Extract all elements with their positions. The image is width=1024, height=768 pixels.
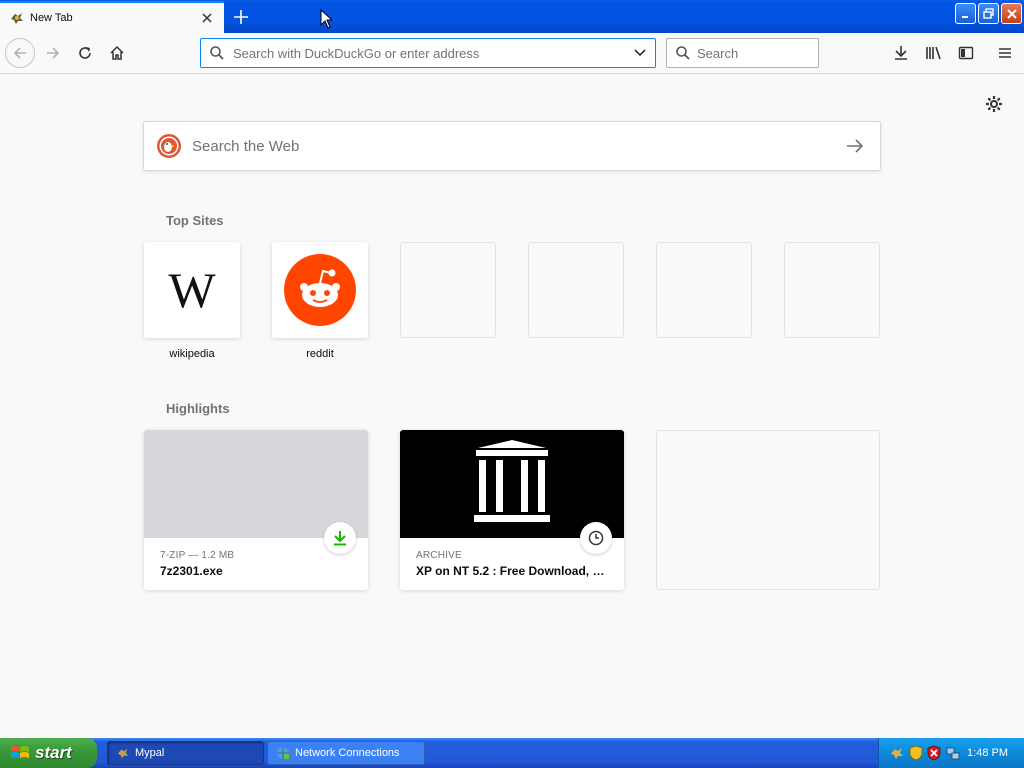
menu-button[interactable] xyxy=(990,38,1020,68)
highlight-card-download[interactable]: 7-ZIP — 1.2 MB 7z2301.exe xyxy=(144,430,368,590)
address-input[interactable]: Search with DuckDuckGo or enter address xyxy=(233,46,633,61)
gear-icon[interactable] xyxy=(984,94,1004,114)
clock-icon xyxy=(580,522,612,554)
system-tray: 1:48 PM xyxy=(878,738,1024,768)
mypal-tray-icon[interactable] xyxy=(889,745,905,761)
taskbar: start Mypal Network Connections 1:48 PM xyxy=(0,738,1024,768)
highlights-title: Highlights xyxy=(166,401,230,416)
empty-site-tile xyxy=(656,242,752,338)
top-site-empty xyxy=(400,242,496,338)
network-icon xyxy=(276,746,290,760)
download-icon xyxy=(324,522,356,554)
highlight-title: 7z2301.exe xyxy=(160,564,223,578)
sidebar-button[interactable] xyxy=(951,38,981,68)
search-bar[interactable]: Search xyxy=(666,38,819,68)
clock: 1:48 PM xyxy=(967,747,1008,759)
top-sites-title: Top Sites xyxy=(166,213,224,228)
home-button[interactable] xyxy=(102,38,132,68)
highlight-card-empty xyxy=(656,430,880,590)
close-tab-icon[interactable] xyxy=(198,9,216,27)
duckduckgo-logo xyxy=(157,134,181,158)
mypal-icon xyxy=(116,746,130,760)
search-icon xyxy=(209,45,225,61)
site-label: wikipedia xyxy=(169,348,215,360)
top-site-reddit[interactable]: reddit xyxy=(272,242,368,360)
title-bar: New Tab xyxy=(0,0,1024,33)
tab-new-tab[interactable]: New Tab xyxy=(0,1,224,33)
reload-button[interactable] xyxy=(70,38,100,68)
start-label: start xyxy=(35,743,72,762)
taskbar-item-mypal[interactable]: Mypal xyxy=(107,741,264,765)
taskbar-item-network-connections[interactable]: Network Connections xyxy=(267,741,425,765)
security-shield-icon[interactable] xyxy=(909,745,923,761)
mouse-cursor-icon xyxy=(320,8,334,32)
site-tile[interactable] xyxy=(272,242,368,338)
highlight-thumbnail xyxy=(144,430,368,554)
search-icon xyxy=(675,45,691,61)
reddit-logo xyxy=(284,254,356,326)
empty-site-tile xyxy=(784,242,880,338)
restore-button[interactable] xyxy=(978,3,999,24)
highlight-thumbnail xyxy=(400,430,624,554)
top-site-wikipedia[interactable]: W wikipedia xyxy=(144,242,240,360)
empty-site-tile xyxy=(528,242,624,338)
highlight-title: XP on NT 5.2 : Free Download, B... xyxy=(416,564,608,578)
close-window-button[interactable] xyxy=(1001,3,1022,24)
arrow-right-icon[interactable] xyxy=(846,139,864,153)
library-button[interactable] xyxy=(919,38,949,68)
top-site-empty xyxy=(784,242,880,338)
back-button[interactable] xyxy=(5,38,35,68)
top-site-empty xyxy=(528,242,624,338)
forward-button[interactable] xyxy=(38,38,68,68)
network-tray-icon[interactable] xyxy=(945,745,961,761)
windows-flag-icon xyxy=(10,744,30,762)
empty-site-tile xyxy=(400,242,496,338)
chevron-down-icon[interactable] xyxy=(633,48,647,58)
site-label: reddit xyxy=(306,348,334,360)
tab-title: New Tab xyxy=(30,12,73,24)
downloads-button[interactable] xyxy=(886,38,916,68)
mypal-icon xyxy=(9,10,25,26)
taskbar-item-label: Mypal xyxy=(135,747,165,759)
web-search-input[interactable]: Search the Web xyxy=(192,138,846,155)
start-button[interactable]: start xyxy=(0,738,97,768)
new-tab-button[interactable] xyxy=(228,4,254,30)
minimize-button[interactable] xyxy=(955,3,976,24)
address-bar[interactable]: Search with DuckDuckGo or enter address xyxy=(200,38,656,68)
highlight-card-archive[interactable]: ARCHIVE XP on NT 5.2 : Free Download, B.… xyxy=(400,430,624,590)
web-search-box[interactable]: Search the Web xyxy=(143,121,881,171)
security-alert-icon[interactable] xyxy=(927,745,941,761)
nav-toolbar: Search with DuckDuckGo or enter address … xyxy=(0,33,1024,74)
wikipedia-logo: W xyxy=(168,262,216,318)
taskbar-item-label: Network Connections xyxy=(295,747,400,759)
top-site-empty xyxy=(656,242,752,338)
search-input[interactable]: Search xyxy=(697,46,738,61)
site-tile[interactable]: W xyxy=(144,242,240,338)
new-tab-page: Search the Web Top Sites W wikipedia red… xyxy=(0,74,1024,738)
